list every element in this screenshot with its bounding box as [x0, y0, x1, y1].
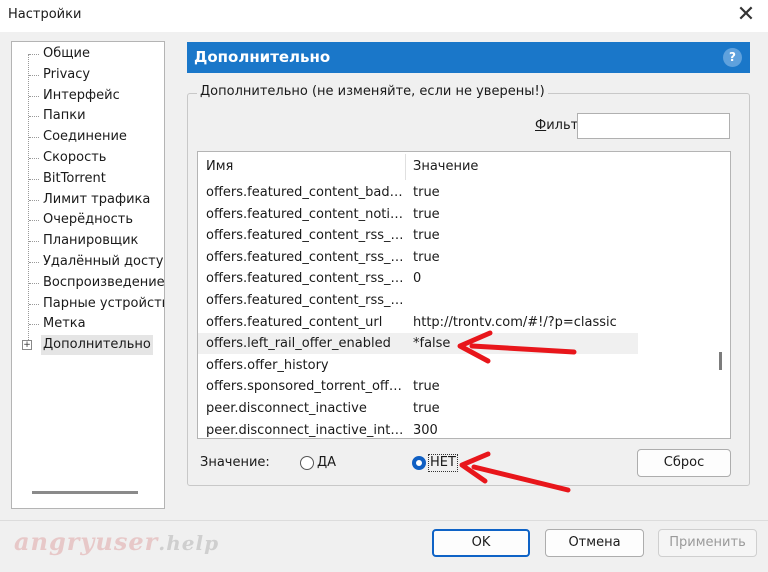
table-row[interactable]: offers.featured_content_rss_up... 0	[198, 268, 638, 289]
setting-value: 0	[413, 271, 422, 287]
setting-value: true	[413, 185, 440, 200]
groupbox-title: Дополнительно (не изменяйте, если не уве…	[197, 84, 548, 99]
window-title: Настройки	[8, 7, 82, 22]
tree-connector	[29, 95, 39, 97]
sidebar-item-label: Метка	[43, 316, 86, 332]
table-row[interactable]: peer.disconnect_inactive_inter... 300	[198, 420, 638, 438]
vertical-scrollbar-thumb[interactable]	[719, 352, 722, 370]
tree-connector	[29, 137, 39, 139]
table-row[interactable]: offers.featured_content_rss_en... true	[198, 225, 638, 246]
setting-value: true	[413, 379, 440, 395]
sidebar-item-label: Парные устройства	[43, 295, 165, 311]
setting-value: true	[413, 206, 440, 222]
setting-value: *false	[413, 336, 451, 352]
setting-value: true	[413, 249, 440, 265]
sidebar-item-label: Скорость	[43, 150, 107, 165]
sidebar-item-label: Очерёдность	[43, 212, 133, 228]
setting-name: offers.left_rail_offer_enabled	[206, 336, 391, 352]
tree-connector	[29, 262, 39, 263]
tree-connector	[29, 116, 39, 118]
setting-name: offers.offer_history	[206, 357, 329, 373]
tree-connector	[29, 324, 39, 326]
setting-value: true	[413, 401, 440, 416]
column-header-name[interactable]: Имя	[206, 159, 233, 174]
help-icon[interactable]: ?	[723, 48, 742, 67]
sidebar-item-label: Общие	[43, 46, 90, 61]
table-row[interactable]: offers.offer_history	[198, 355, 638, 376]
title-bar: Настройки ✕	[0, 0, 768, 32]
table-row[interactable]: offers.featured_content_notific... true	[198, 204, 638, 225]
radio-yes-label[interactable]: ДА	[317, 455, 336, 471]
setting-name: offers.sponsored_torrent_offer...	[206, 379, 406, 395]
radio-circle[interactable]	[412, 456, 426, 470]
sidebar-item-label: Папки	[43, 108, 86, 124]
table-row[interactable]: offers.featured_content_rss_ra... true	[198, 247, 638, 268]
setting-name: offers.featured_content_badge...	[206, 185, 406, 200]
settings-listview[interactable]: Имя Значение offers.featured_content_bad…	[197, 151, 731, 439]
watermark-suffix: .help	[158, 531, 220, 555]
sidebar-item-label: BitTorrent	[43, 170, 106, 186]
apply-button: Применить	[658, 529, 757, 557]
filter-input[interactable]	[577, 113, 730, 139]
cancel-button[interactable]: Отмена	[545, 529, 644, 557]
tree-connector	[29, 220, 39, 222]
table-row[interactable]: offers.featured_content_badge... true	[198, 182, 638, 203]
sidebar-item-label: Лимит трафика	[43, 191, 151, 207]
radio-no-label[interactable]: НЕТ	[428, 454, 458, 472]
close-icon[interactable]: ✕	[732, 2, 760, 30]
tree-connector	[29, 54, 39, 55]
list-header: Имя Значение	[198, 152, 730, 182]
setting-name: offers.featured_content_notific...	[206, 206, 406, 222]
setting-name: peer.disconnect_inactive_inter...	[206, 422, 406, 438]
watermark-logo: angryuser.help	[14, 527, 219, 556]
table-row[interactable]: offers.featured_content_url http://trontv…	[198, 312, 638, 333]
setting-name: offers.featured_content_rss_up...	[206, 271, 406, 287]
filter-label-accel: Ф	[535, 118, 547, 133]
setting-name: peer.disconnect_inactive	[206, 401, 367, 416]
tree-connector	[29, 282, 39, 284]
table-row[interactable]: offers.left_rail_offer_enabled *false	[198, 333, 638, 355]
expand-icon[interactable]: +	[22, 340, 32, 351]
sidebar-item-label: Интерфейс	[43, 87, 120, 103]
column-separator[interactable]	[405, 154, 406, 180]
setting-name: offers.featured_content_rss_ra...	[206, 249, 406, 265]
sidebar-item-label: Удалённый доступ	[43, 254, 165, 269]
tree-connector	[29, 199, 39, 201]
column-header-value[interactable]: Значение	[413, 159, 478, 174]
value-label: Значение:	[200, 455, 270, 470]
tree-connector	[29, 178, 39, 180]
horizontal-scrollbar[interactable]	[32, 491, 138, 494]
table-row[interactable]: offers.sponsored_torrent_offer... true	[198, 376, 638, 397]
watermark-main: angryuser	[14, 527, 159, 556]
setting-value: 300	[413, 422, 438, 438]
section-title: Дополнительно	[194, 48, 331, 66]
tree-connector	[29, 241, 39, 243]
tree-connector	[29, 74, 39, 76]
settings-tree[interactable]: Общие Privacy Интерфейс Папки Соединение Скор…	[11, 41, 165, 509]
tree-connector	[29, 303, 39, 305]
section-header: Дополнительно ?	[187, 42, 750, 73]
sidebar-item-label: Соединение	[43, 129, 127, 145]
radio-circle[interactable]	[300, 456, 314, 470]
setting-name: offers.featured_content_url	[206, 314, 383, 330]
setting-value: true	[413, 228, 440, 244]
table-row[interactable]: offers.featured_content_rss_url	[198, 290, 638, 311]
sidebar-item-label: Планировщик	[43, 233, 139, 249]
ok-button[interactable]: OK	[432, 529, 530, 557]
sidebar-item-label: Privacy	[43, 66, 91, 82]
setting-name: offers.featured_content_rss_url	[206, 293, 406, 308]
reset-button[interactable]: Сброс	[637, 449, 731, 477]
tree-connector	[29, 158, 39, 159]
sidebar-item-label: Воспроизведение	[43, 274, 165, 290]
table-row[interactable]: peer.disconnect_inactive true	[198, 398, 638, 419]
sidebar-item-label: Дополнительно	[41, 335, 153, 356]
setting-value: http://trontv.com/#!/?p=classic	[413, 314, 617, 330]
setting-name: offers.featured_content_rss_en...	[206, 228, 406, 244]
